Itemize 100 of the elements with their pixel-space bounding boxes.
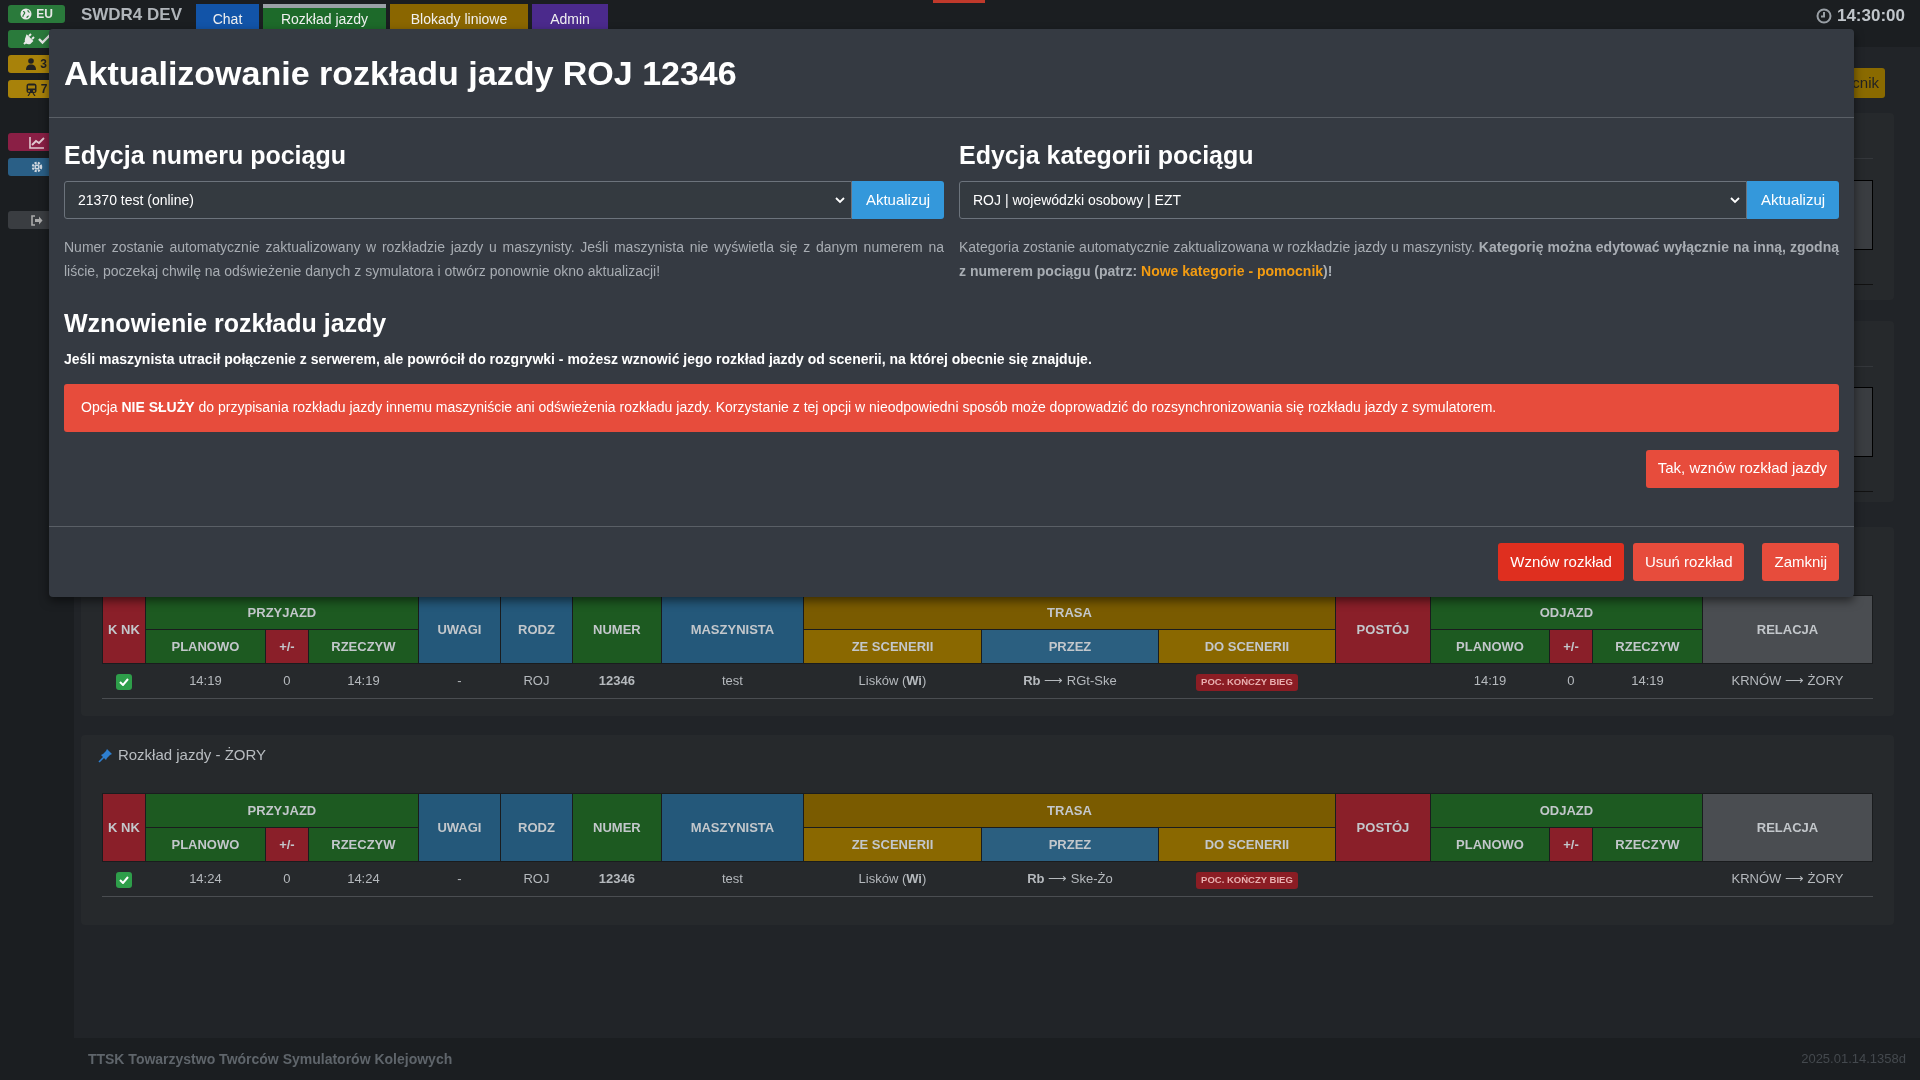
table-cell: - <box>418 861 501 897</box>
clock-time: 14:30:00 <box>1836 6 1905 26</box>
table-cell: 14:19 <box>1430 663 1550 699</box>
table-cell: Rb ⟶ Ske-Żo <box>981 861 1159 897</box>
section-heading: Edycja kategorii pociągu <box>959 140 1255 170</box>
table-cell: Lisków (Wi) <box>803 663 982 699</box>
column-header: PRZEZ <box>981 629 1159 664</box>
column-header: PRZYJAZD <box>145 595 419 630</box>
column-header: RZECZYW <box>308 629 419 664</box>
column-header: DO SCENERII <box>1158 827 1336 862</box>
column-header: TRASA <box>803 793 1336 828</box>
check-icon <box>118 677 129 686</box>
settings-icon <box>30 161 43 173</box>
footer-text: TTSK Towarzystwo Twórców Symulatorów Kolejowych <box>87 1049 453 1069</box>
badge-label: 3 <box>40 56 47 73</box>
user-icon <box>26 58 37 70</box>
column-header: POSTÓJ <box>1335 595 1431 664</box>
column-header: PLANOWO <box>1430 827 1550 862</box>
badge-label: EU <box>36 6 53 23</box>
column-header: RELACJA <box>1702 793 1873 862</box>
modal-title: Aktualizowanie rozkładu jazdy ROJ 12346 <box>64 52 737 94</box>
column-header: RZECZYW <box>308 827 419 862</box>
table-cell: 14:19 <box>308 663 419 699</box>
column-header: NUMER <box>572 793 662 862</box>
column-header: UWAGI <box>418 793 501 862</box>
update-button[interactable]: Aktualizuj <box>852 181 944 219</box>
table-cell: test <box>661 861 804 897</box>
column-header: PLANOWO <box>145 827 266 862</box>
status-badge: POC. KOŃCZY BIEG <box>1196 674 1298 691</box>
column-header: POSTÓJ <box>1335 793 1431 862</box>
panel-title: Rozkład jazdy - ŻORY <box>117 744 267 765</box>
table-cell: - <box>418 663 501 699</box>
column-header: ODJAZD <box>1430 793 1703 828</box>
column-header: +/- <box>1549 827 1593 862</box>
select-field[interactable]: ROJ | wojewódzki osobowy | EZT <box>959 181 1747 219</box>
table-cell: 12346 <box>572 861 662 897</box>
plug-check-icon <box>21 32 52 46</box>
select-field[interactable]: 21370 test (online) <box>64 181 852 219</box>
badge-label: 7 <box>40 81 48 98</box>
description-text: Kategoria zostanie automatycznie zaktualizowana w rozkładzie jazdy u maszynisty. Kategorię można edytować wyłącznie na inną, zgodną z numerem pociągu (patrz: Nowe kategorie - pomocnik)! <box>959 238 1839 281</box>
column-header: MASZYNISTA <box>661 793 804 862</box>
column-header: UWAGI <box>418 595 501 664</box>
column-header: K NK <box>102 595 146 664</box>
help-link[interactable]: Nowe kategorie - pomocnik <box>1141 263 1324 279</box>
section-heading: Wznowienie rozkładu jazdy <box>64 308 388 339</box>
footer-button[interactable]: Usuń rozkład <box>1632 543 1745 581</box>
resume-button[interactable]: Tak, wznów rozkład jazdy <box>1645 449 1839 488</box>
column-header: TRASA <box>803 595 1336 630</box>
info-text: Jeśli maszynista utracił połączenie z serwerem, ale powrócił do rozgrywki - możesz wznowić jego rozkład jazdy od scenerii, na której obecnie się znajduje. <box>64 349 1093 369</box>
update-button[interactable]: Aktualizuj <box>1747 181 1839 219</box>
table-cell: 0 <box>265 861 309 897</box>
table-cell: 12346 <box>572 663 662 699</box>
warning-alert: Opcja NIE SŁUŻY do przypisania rozkładu jazdy innemu maszyniście ani odświeżenia rozkładu jazdy. Korzystanie z tej opcji w nieodpowiedni sposób może doprowadzić do rozsynchronizowania się rozkładu jazdy z symulatorem. <box>64 383 1839 432</box>
column-header: RZECZYW <box>1592 827 1703 862</box>
table-cell: ROJ <box>500 663 573 699</box>
column-header: RZECZYW <box>1592 629 1703 664</box>
table-cell: 14:19 <box>145 663 266 699</box>
status-badge: POC. KOŃCZY BIEG <box>1196 872 1298 889</box>
column-header: ODJAZD <box>1430 595 1703 630</box>
column-header: RELACJA <box>1702 595 1873 664</box>
clock-icon <box>1815 8 1832 24</box>
column-header: RODZ <box>500 793 573 862</box>
section-heading: Edycja numeru pociągu <box>64 140 347 170</box>
column-header: PLANOWO <box>1430 629 1550 664</box>
globe-icon <box>20 8 33 20</box>
column-header: NUMER <box>572 595 662 664</box>
column-header: DO SCENERII <box>1158 629 1336 664</box>
column-header: PRZEZ <box>981 827 1159 862</box>
column-header: K NK <box>102 793 146 862</box>
column-header: PRZYJAZD <box>145 793 419 828</box>
column-header: PLANOWO <box>145 629 266 664</box>
app-title: SWDR4 DEV <box>80 5 182 25</box>
footer-button[interactable]: Zamknij <box>1762 543 1839 581</box>
table-cell: test <box>661 663 804 699</box>
pin-icon <box>97 747 113 763</box>
chevron-down-icon <box>1730 196 1740 204</box>
footer-button[interactable]: Wznów rozkład <box>1498 543 1624 581</box>
column-header: ZE SCENERII <box>803 827 982 862</box>
table-cell: Rb ⟶ RGt-Ske <box>981 663 1159 699</box>
train-icon <box>25 82 37 96</box>
column-header: MASZYNISTA <box>661 595 804 664</box>
column-header: +/- <box>265 629 309 664</box>
column-header: ZE SCENERII <box>803 629 982 664</box>
line-chart-icon <box>28 135 45 149</box>
table-cell: 0 <box>1549 663 1593 699</box>
table-cell: 14:19 <box>1592 663 1703 699</box>
column-header: +/- <box>1549 629 1593 664</box>
status-bar <box>932 0 985 3</box>
status-badge[interactable]: EU <box>8 5 65 23</box>
column-header: +/- <box>265 827 309 862</box>
table-cell: 14:24 <box>145 861 266 897</box>
column-header: RODZ <box>500 595 573 664</box>
chevron-down-icon <box>835 196 845 204</box>
description-text: Numer zostanie automatycznie zaktualizowany w rozkładzie jazdy u maszynisty. Jeśli maszynista nie wyświetla się z danym numerem na liście, poczekaj chwilę na odświeżenie danych z symulatora i otwórz ponownie okno aktualizacji! <box>64 238 944 281</box>
table-cell: 0 <box>265 663 309 699</box>
table-cell: ROJ <box>500 861 573 897</box>
check-icon <box>118 875 129 884</box>
table-cell: 14:24 <box>308 861 419 897</box>
logout-icon <box>30 214 43 226</box>
table-cell: Lisków (Wi) <box>803 861 982 897</box>
